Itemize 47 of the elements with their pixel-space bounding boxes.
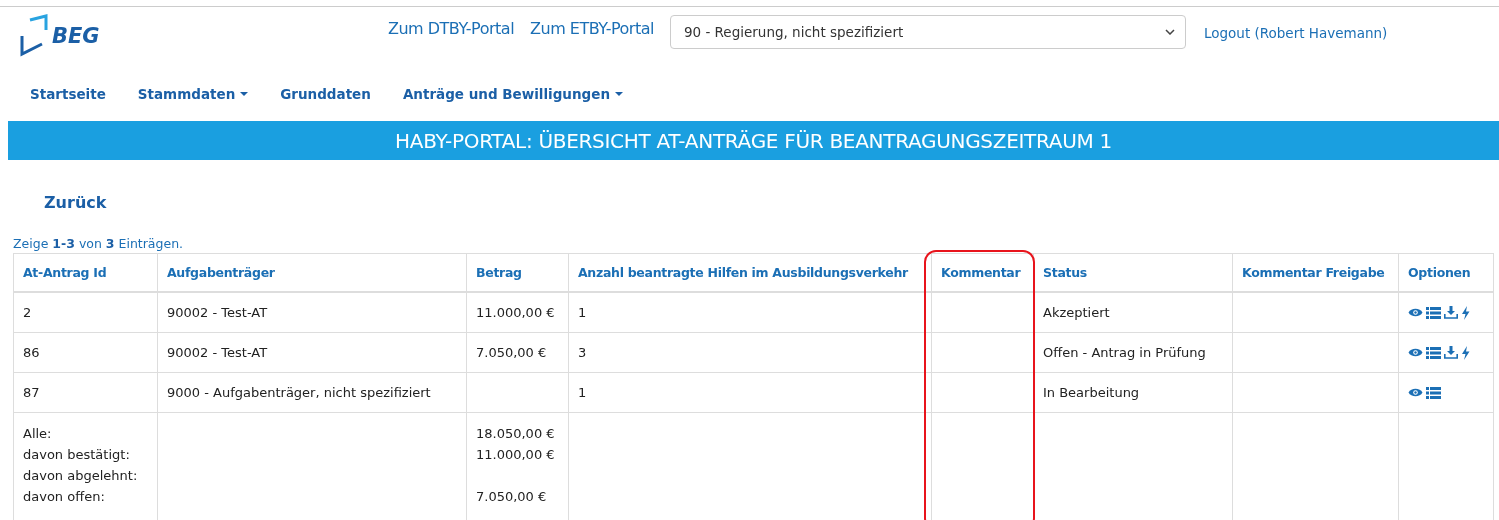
table-cell: 86 xyxy=(13,332,158,373)
list-icon[interactable] xyxy=(1426,386,1441,399)
entries-info: Zeige 1-3 von 3 Einträgen. xyxy=(13,236,184,251)
logo-text: BEG xyxy=(52,24,100,48)
organization-select[interactable]: 90 - Regierung, nicht spezifiziert xyxy=(669,15,1186,49)
nav-menu-item[interactable]: Grunddaten xyxy=(280,83,371,105)
column-header: Optionen xyxy=(1398,253,1494,292)
table-cell: In Bearbeitung xyxy=(1033,372,1233,413)
back-link[interactable]: Zurück xyxy=(44,193,107,212)
logo-icon xyxy=(18,14,50,58)
download-icon[interactable] xyxy=(1444,346,1458,359)
column-header: Betrag xyxy=(466,253,569,292)
eye-icon[interactable] xyxy=(1408,387,1423,398)
table-cell: Akzeptiert xyxy=(1033,292,1233,333)
table-cell: 1 xyxy=(568,292,932,333)
table-cell: Offen - Antrag in Prüfung xyxy=(1033,332,1233,373)
eye-icon[interactable] xyxy=(1408,347,1423,358)
portal-link[interactable]: Zum DTBY-Portal xyxy=(388,19,515,38)
column-header: Status xyxy=(1033,253,1233,292)
summary-labels: Alle: davon bestätigt: davon abgelehnt: davon offen: xyxy=(13,412,158,520)
table-cell: 2 xyxy=(13,292,158,333)
portal-link[interactable]: Zum ETBY-Portal xyxy=(530,19,654,38)
logout-link[interactable]: Logout (Robert Havemann) xyxy=(1203,25,1388,41)
nav-menu-item[interactable]: Anträge und Bewilligungen xyxy=(402,83,623,105)
table-cell: 87 xyxy=(13,372,158,413)
nav-menu-item[interactable]: Startseite xyxy=(30,83,106,105)
eye-icon[interactable] xyxy=(1408,307,1423,318)
chevron-down-icon xyxy=(1164,29,1175,35)
table-cell: 3 xyxy=(568,332,932,373)
table-cell: 90002 - Test-AT xyxy=(157,292,467,333)
column-header: Kommentar Freigabe xyxy=(1232,253,1399,292)
list-icon[interactable] xyxy=(1426,306,1441,319)
page-title-banner: HABY-PORTAL: ÜBERSICHT AT-ANTRÄGE FÜR BEANTRAGUNGSZEITRAUM 1 xyxy=(8,121,1499,160)
column-header: Aufgabenträger xyxy=(157,253,467,292)
table-cell: 11.000,00 € xyxy=(466,292,569,333)
table-cell: 1 xyxy=(568,372,932,413)
column-header: At-Antrag Id xyxy=(13,253,158,292)
table-cell: 90002 - Test-AT xyxy=(157,332,467,373)
lightning-icon[interactable] xyxy=(1461,305,1470,320)
nav-menu-item[interactable]: Stammdaten xyxy=(137,83,249,105)
lightning-icon[interactable] xyxy=(1461,345,1470,360)
column-header: Kommentar xyxy=(931,253,1034,292)
table-cell: 9000 - Aufgabenträger, nicht spezifiziert xyxy=(157,372,467,413)
list-icon[interactable] xyxy=(1426,346,1441,359)
download-icon[interactable] xyxy=(1444,306,1458,319)
column-header: Anzahl beantragte Hilfen im Ausbildungsverkehr xyxy=(568,253,932,292)
table-cell: 7.050,00 € xyxy=(466,332,569,373)
